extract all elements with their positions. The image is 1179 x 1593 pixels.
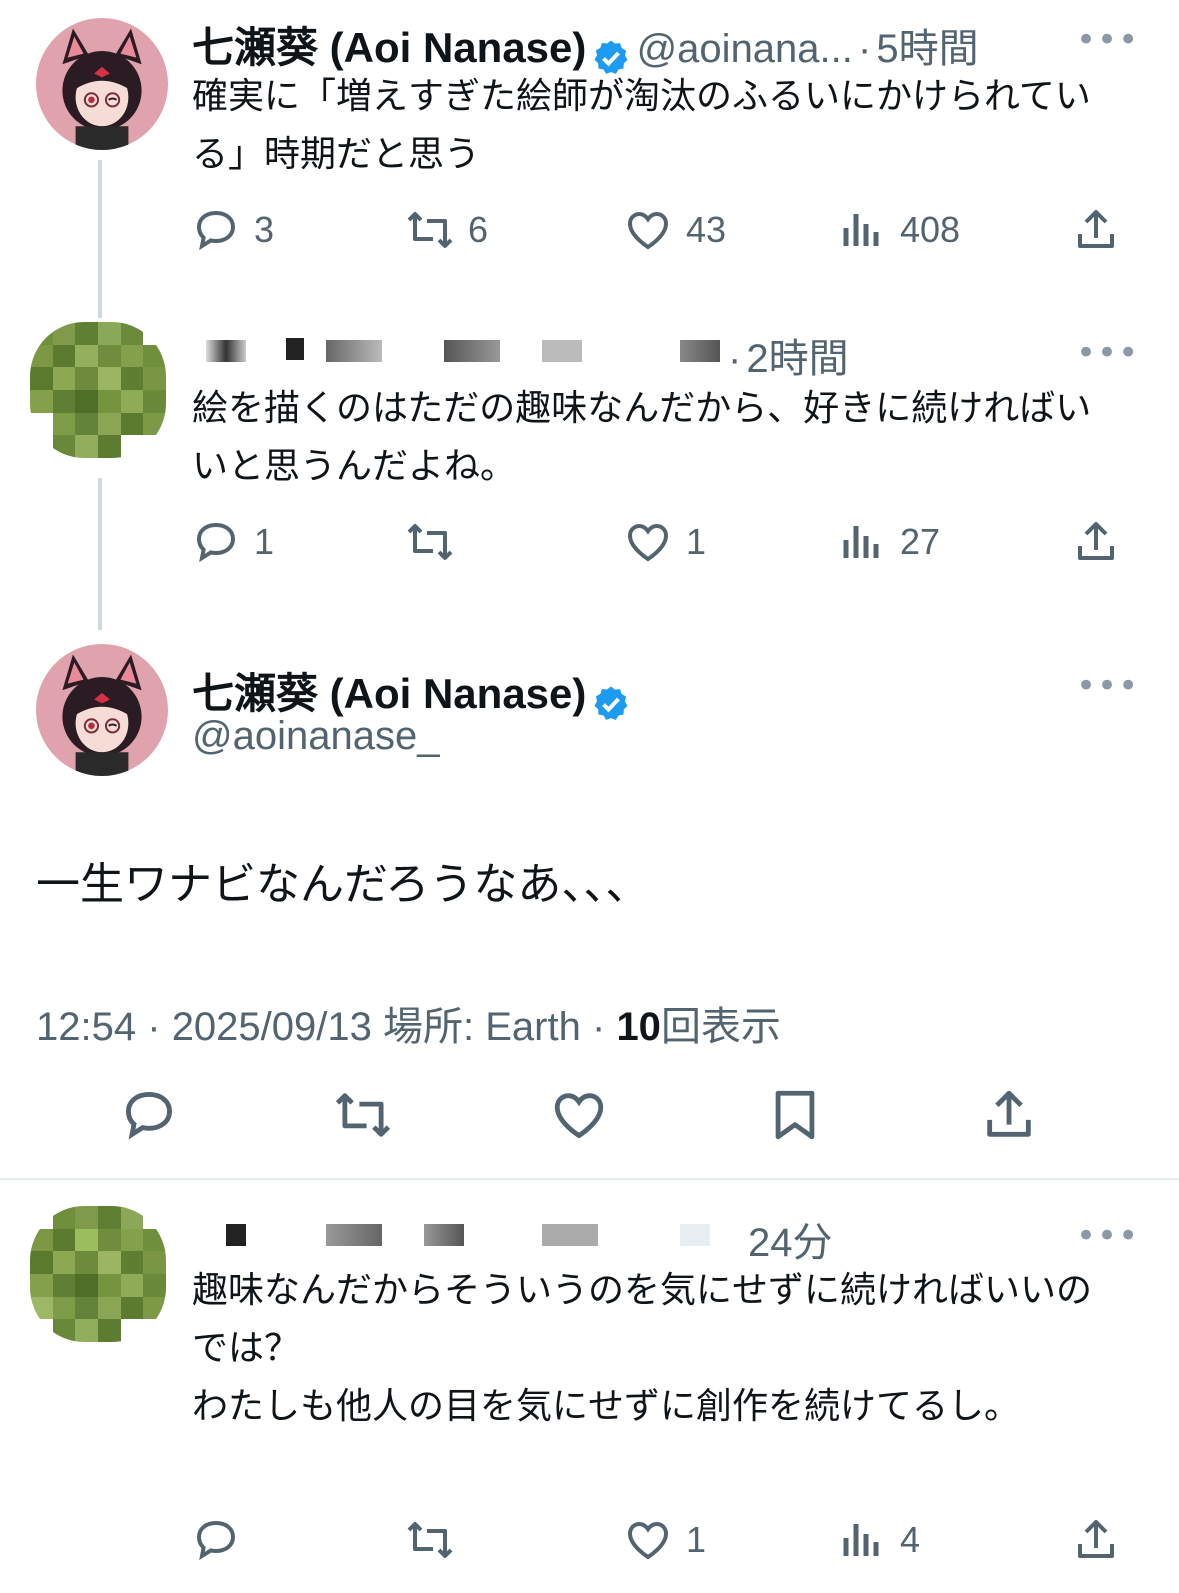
like-icon (624, 206, 672, 254)
views-icon (838, 206, 886, 254)
reply-icon (192, 206, 240, 254)
retweet-count: 6 (468, 209, 489, 250)
location: 場所: Earth (383, 1005, 581, 1049)
reply-icon (192, 1516, 240, 1564)
reply-count: 1 (254, 521, 275, 562)
blurred-name (326, 340, 382, 362)
like-icon (624, 518, 672, 566)
author-handle[interactable]: @aoinanase_ (192, 714, 439, 759)
reply-count: 3 (254, 209, 275, 250)
timestamp[interactable]: 24分 (748, 1210, 833, 1268)
views-count: 408 (900, 209, 961, 250)
view-label: 回表示 (660, 1005, 781, 1049)
reply-button[interactable] (120, 1086, 178, 1144)
more-icon[interactable]: ••• (1076, 1216, 1139, 1256)
view-count: 10 (616, 1005, 661, 1049)
author-name[interactable]: 七瀬葵 (Aoi Nanase) (192, 24, 586, 71)
views-button[interactable]: 4 (838, 1516, 920, 1564)
views-icon (838, 518, 886, 566)
author-name[interactable]: 七瀬葵 (Aoi Nanase) (192, 670, 586, 717)
retweet-button[interactable] (406, 1516, 468, 1564)
blurred-avatar[interactable] (30, 1206, 166, 1342)
tweet-text: 絵を描くのはただの趣味なんだから、好きに続ければいいと思うんだよね。 (192, 388, 1092, 487)
share-button[interactable] (1072, 518, 1120, 566)
blurred-name (680, 340, 720, 362)
tweet-text: 確実に「増えすぎた絵師が淘汰のふるいにかけられている」時期だと思う (192, 76, 1091, 175)
views-icon (838, 1516, 886, 1564)
post-time[interactable]: 12:54 (36, 1005, 136, 1049)
post-date[interactable]: 2025/09/13 (172, 1005, 372, 1049)
timestamp[interactable]: 5時間 (876, 27, 978, 71)
avatar-illustration (62, 654, 142, 776)
blurred-name (326, 1224, 382, 1246)
reply-button[interactable] (192, 1516, 254, 1564)
like-button[interactable]: 1 (624, 1516, 706, 1564)
blurred-name (542, 340, 582, 362)
share-button[interactable] (980, 1086, 1038, 1144)
separator-dot: · (857, 27, 872, 71)
blurred-name (444, 340, 500, 362)
like-button[interactable] (550, 1086, 608, 1144)
main-tweet-text: 一生ワナビなんだろうなあ、、、 (36, 859, 650, 910)
like-count: 43 (686, 209, 727, 250)
share-icon (1072, 518, 1120, 566)
more-icon[interactable]: ••• (1076, 333, 1139, 373)
separator-dot: · (591, 1005, 606, 1049)
retweet-button[interactable] (406, 518, 468, 566)
like-button[interactable]: 43 (624, 206, 726, 254)
more-icon[interactable]: ••• (1076, 666, 1139, 706)
more-icon[interactable]: ••• (1076, 20, 1139, 60)
avatar[interactable] (36, 644, 168, 776)
divider (0, 1178, 1179, 1180)
like-count: 1 (686, 1519, 707, 1560)
share-icon (1072, 206, 1120, 254)
retweet-icon (334, 1086, 392, 1144)
avatar-illustration (62, 28, 142, 150)
views-button[interactable]: 27 (838, 518, 940, 566)
like-count: 1 (686, 521, 707, 562)
share-icon (1072, 1516, 1120, 1564)
timestamp[interactable]: 2時間 (746, 337, 848, 381)
like-button[interactable]: 1 (624, 518, 706, 566)
share-button[interactable] (1072, 1516, 1120, 1564)
verified-icon (591, 684, 631, 724)
blurred-name (226, 1224, 246, 1246)
blurred-avatar[interactable] (30, 322, 166, 458)
blurred-name (424, 1224, 464, 1246)
retweet-button[interactable] (334, 1086, 392, 1144)
like-icon (624, 1516, 672, 1564)
separator-dot: · (147, 1005, 161, 1049)
author-handle[interactable]: @aoinana... (637, 27, 853, 71)
retweet-button[interactable]: 6 (406, 206, 488, 254)
reply-icon (120, 1086, 178, 1144)
avatar[interactable] (36, 18, 168, 150)
thread-line (98, 160, 102, 318)
thread-line (98, 478, 102, 630)
blurred-name (286, 338, 304, 360)
blurred-name (680, 1224, 710, 1246)
reply-button[interactable]: 3 (192, 206, 274, 254)
bookmark-icon (766, 1086, 824, 1144)
views-count: 4 (900, 1519, 921, 1560)
tweet-meta: 12:54 · 2025/09/13 場所: Earth · 10回表示 (36, 994, 781, 1052)
retweet-icon (406, 518, 454, 566)
retweet-icon (406, 206, 454, 254)
share-button[interactable] (1072, 206, 1120, 254)
share-icon (980, 1086, 1038, 1144)
tweet-text: 趣味なんだからそういうのを気にせずに続ければいいのでは？ わたしも他人の目を気に… (192, 1270, 1093, 1427)
views-button[interactable]: 408 (838, 206, 960, 254)
retweet-icon (406, 1516, 454, 1564)
bookmark-button[interactable] (766, 1086, 824, 1144)
reply-button[interactable]: 1 (192, 518, 274, 566)
blurred-name (206, 340, 246, 362)
separator-dot: · (728, 337, 742, 381)
like-icon (550, 1086, 608, 1144)
views-count: 27 (900, 521, 941, 562)
reply-icon (192, 518, 240, 566)
blurred-name (542, 1224, 598, 1246)
